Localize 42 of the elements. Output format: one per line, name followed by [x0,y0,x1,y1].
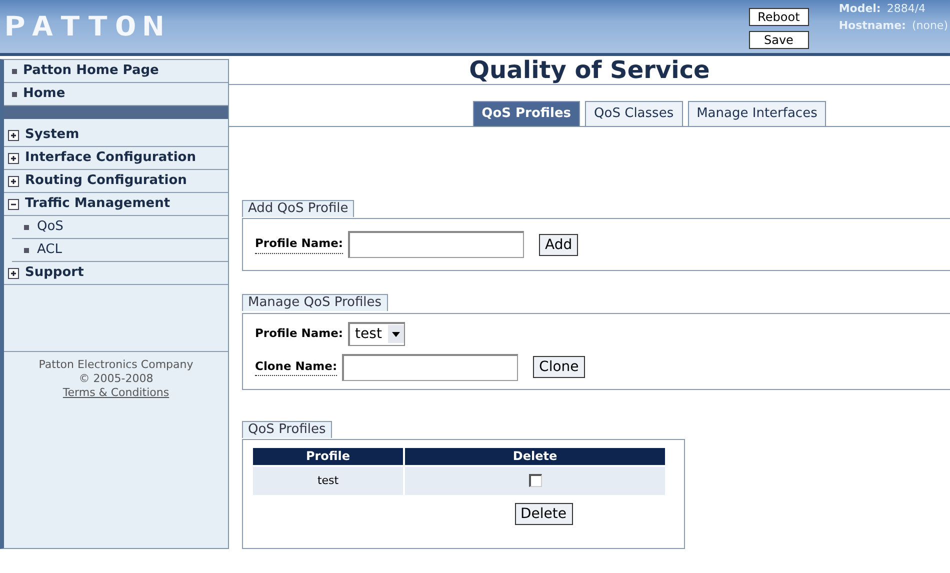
add-button[interactable]: Add [539,234,578,256]
submenu-item[interactable]: ACL [12,239,228,262]
copyright-text: © 2005-2008 [78,372,154,386]
checkbox[interactable] [528,474,542,488]
menu-label[interactable]: Support [25,263,84,283]
column-header: Delete [405,448,665,465]
menu-label[interactable]: Routing Configuration [25,171,187,191]
profile-select[interactable]: test [348,322,405,346]
expand-icon[interactable] [8,176,19,186]
company-text: Patton Electronics Company [38,358,194,372]
column-header: Profile [253,448,403,465]
tab[interactable]: QoS Profiles [472,101,580,126]
field-label: Profile Name: [255,324,344,342]
table-cell: test [253,467,403,495]
field-label: Profile Name: [255,235,344,254]
info-value: (none) [912,18,948,32]
terms-link[interactable]: Terms & Conditions [62,386,170,399]
info-label: Hostname: [838,18,906,32]
tab[interactable]: QoS Classes [585,101,683,126]
section-legend: QoS Profiles [242,420,332,438]
menu-label[interactable]: System [25,125,80,145]
delete-button[interactable]: Delete [514,503,572,525]
menu-label[interactable]: Interface Configuration [25,148,196,168]
save-button[interactable]: Save [748,30,809,48]
expand-icon[interactable] [8,130,19,140]
field-label: Clone Name: [255,358,338,376]
info-label: Model: [838,2,881,15]
section-legend: Manage QoS Profiles [242,294,388,311]
text-field[interactable] [342,354,518,380]
text-field[interactable] [348,231,524,258]
submenu-item[interactable]: QoS [12,216,228,239]
clone-button[interactable]: Clone [533,356,585,378]
sidebar-link[interactable]: Patton Home Page [4,60,228,83]
logo: PATTON [4,13,170,40]
collapse-icon[interactable] [8,198,19,210]
menu-label[interactable]: Traffic Management [25,194,170,214]
reboot-button[interactable]: Reboot [748,8,809,26]
expand-icon[interactable] [8,152,19,164]
info-value: 2884/4 [886,2,926,15]
section-legend: Add QoS Profile [242,200,354,216]
tab[interactable]: Manage Interfaces [688,101,826,126]
expand-icon[interactable] [8,268,19,278]
